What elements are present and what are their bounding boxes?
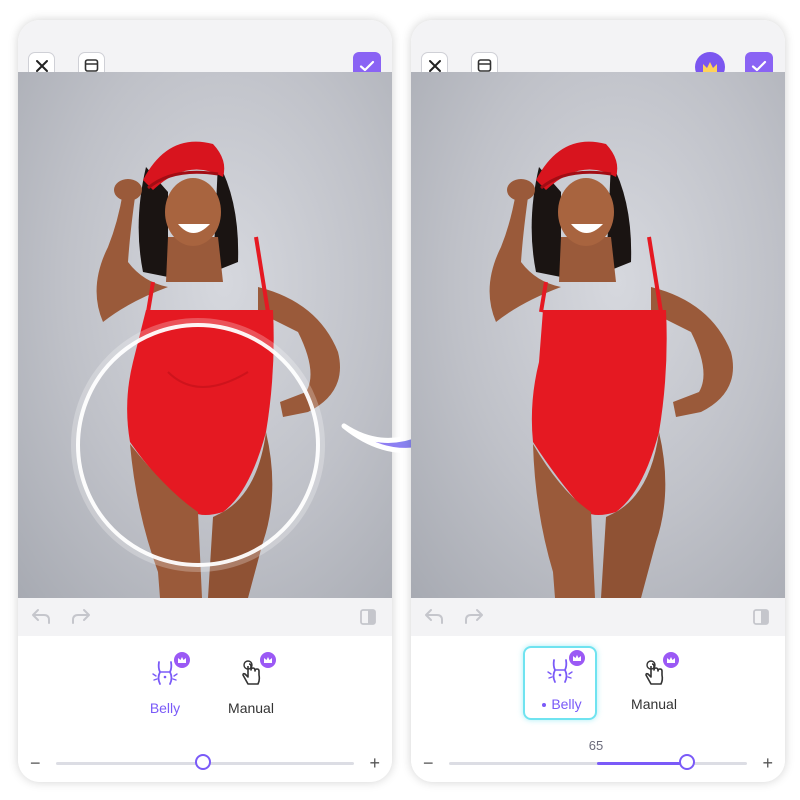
crown-icon bbox=[573, 655, 581, 661]
decrease-button[interactable]: − bbox=[30, 748, 41, 778]
history-bar bbox=[411, 598, 785, 636]
close-icon bbox=[428, 59, 441, 72]
compare-split-icon[interactable] bbox=[751, 607, 773, 627]
slider-track[interactable] bbox=[56, 754, 354, 770]
premium-badge bbox=[569, 650, 585, 666]
top-toolbar bbox=[411, 20, 785, 72]
intensity-slider[interactable]: − + bbox=[18, 748, 392, 778]
undo-icon[interactable] bbox=[30, 607, 52, 627]
photo-canvas[interactable] bbox=[411, 72, 785, 598]
after-screen: Belly Manual − 65 + bbox=[411, 20, 785, 782]
compare-icon bbox=[84, 59, 99, 72]
tool-belly[interactable]: Belly bbox=[523, 646, 597, 720]
decrease-button[interactable]: − bbox=[423, 748, 434, 778]
tool-manual[interactable]: Manual bbox=[214, 648, 288, 722]
tool-belly[interactable]: Belly bbox=[128, 648, 202, 722]
redo-icon[interactable] bbox=[463, 607, 485, 627]
history-bar bbox=[18, 598, 392, 636]
close-icon bbox=[35, 59, 48, 72]
intensity-slider[interactable]: − 65 + bbox=[411, 738, 785, 778]
undo-icon[interactable] bbox=[423, 607, 445, 627]
top-toolbar bbox=[18, 20, 392, 72]
tool-label: Manual bbox=[631, 696, 677, 712]
crown-icon bbox=[264, 657, 272, 663]
premium-badge bbox=[260, 652, 276, 668]
tool-panel: Belly Manual − 65 + bbox=[411, 636, 785, 782]
premium-badge bbox=[663, 652, 679, 668]
tool-label: Belly bbox=[525, 696, 599, 712]
photo-canvas[interactable] bbox=[18, 72, 392, 598]
increase-button[interactable]: + bbox=[369, 748, 380, 778]
crown-icon bbox=[178, 657, 186, 663]
increase-button[interactable]: + bbox=[762, 748, 773, 778]
compare-icon bbox=[477, 59, 492, 72]
slider-thumb[interactable] bbox=[679, 754, 695, 770]
slider-thumb[interactable] bbox=[195, 754, 211, 770]
premium-badge bbox=[174, 652, 190, 668]
slider-track[interactable]: 65 bbox=[449, 738, 747, 770]
tool-label-text: Belly bbox=[551, 696, 582, 712]
compare-split-icon[interactable] bbox=[358, 607, 380, 627]
crown-icon bbox=[667, 657, 675, 663]
redo-icon[interactable] bbox=[70, 607, 92, 627]
model-photo bbox=[489, 141, 733, 598]
tool-label: Manual bbox=[228, 700, 274, 716]
tool-panel: Belly Manual − + bbox=[18, 636, 392, 782]
slider-fill bbox=[597, 762, 687, 765]
slider-value: 65 bbox=[588, 738, 604, 753]
tool-manual[interactable]: Manual bbox=[617, 648, 691, 722]
active-dot bbox=[542, 703, 547, 708]
tool-label: Belly bbox=[149, 700, 181, 716]
model-photo bbox=[71, 141, 340, 598]
